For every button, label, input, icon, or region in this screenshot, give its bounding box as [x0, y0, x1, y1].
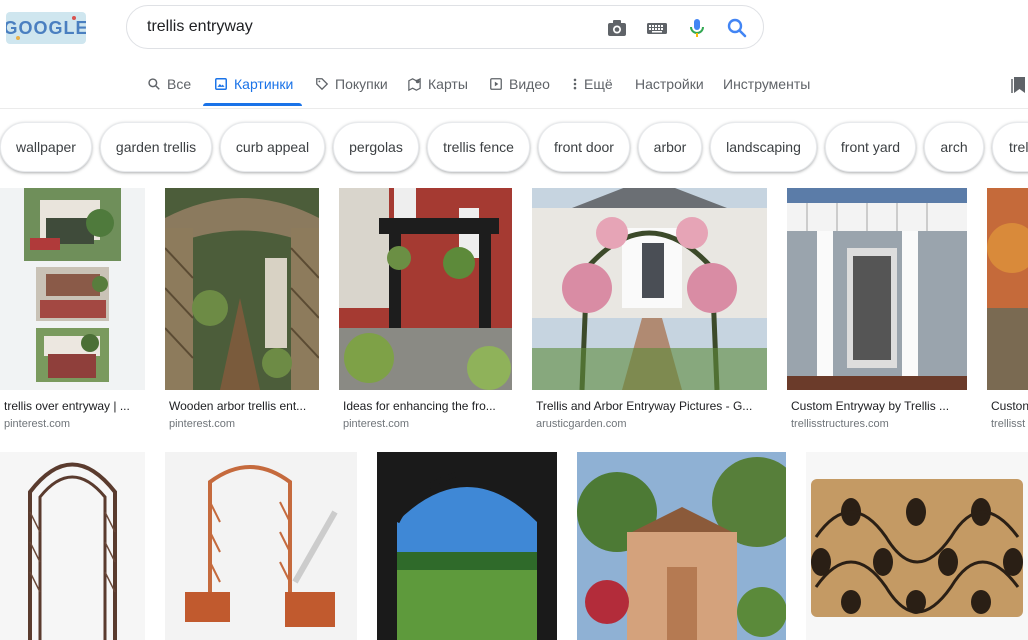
chip-label: pergolas [349, 139, 403, 155]
tab-label: Видео [509, 76, 550, 92]
search-icon [148, 78, 160, 90]
tab-more[interactable]: Ещё [572, 76, 613, 92]
search-icon[interactable] [725, 16, 749, 40]
result-title: trellis over entryway | ... [4, 399, 130, 413]
chip[interactable]: garden trellis [100, 122, 212, 172]
image-result[interactable] [0, 452, 145, 640]
result-thumbnail [339, 188, 512, 390]
result-source: trellisstructures.com [791, 418, 889, 430]
result-thumbnail [165, 188, 319, 390]
result-thumbnail [0, 452, 145, 640]
result-thumbnail [787, 188, 967, 390]
result-title: Custon [991, 399, 1028, 413]
play-icon [490, 78, 502, 90]
result-source: pinterest.com [169, 418, 236, 430]
chip-label: wallpaper [16, 139, 76, 155]
active-tab-indicator [203, 103, 302, 106]
more-vert-icon [573, 78, 577, 90]
collections-icon[interactable] [1011, 76, 1027, 99]
result-title: Custom Entryway by Trellis ... [791, 399, 950, 413]
tab-label: Картинки [234, 76, 294, 92]
chip[interactable]: arch [924, 122, 984, 172]
tab-label: Инструменты [723, 76, 811, 92]
tab-tools[interactable]: Инструменты [723, 76, 810, 92]
related-searches-chips: wallpaper garden trellis curb appeal per… [0, 122, 1028, 174]
svg-text:GOOGLE: GOOGLE [6, 18, 86, 38]
result-source: pinterest.com [343, 418, 410, 430]
result-thumbnail [577, 452, 786, 640]
image-result[interactable] [377, 452, 557, 640]
chip-label: garden trellis [115, 139, 197, 155]
map-icon [408, 77, 421, 91]
tab-label: Все [167, 76, 192, 92]
result-thumbnail [806, 452, 1028, 640]
result-source: pinterest.com [4, 418, 71, 430]
result-thumbnail [532, 188, 767, 390]
camera-icon[interactable] [605, 16, 629, 40]
image-result[interactable] [577, 452, 786, 640]
chip-label: arch [940, 139, 968, 155]
result-thumbnail [377, 452, 557, 640]
keyboard-icon[interactable] [645, 16, 669, 40]
result-title: Trellis and Arbor Entryway Pictures - G.… [536, 399, 753, 413]
chip-label: landscaping [726, 139, 801, 155]
chip[interactable]: arbor [638, 122, 702, 172]
image-result[interactable] [806, 452, 1028, 640]
chip[interactable]: landscaping [710, 122, 817, 172]
result-title: Ideas for enhancing the fro... [343, 399, 496, 413]
image-result[interactable]: Custom Entryway by Trellis ... trellisst… [787, 188, 967, 433]
tab-label: Настройки [635, 76, 704, 92]
tab-all[interactable]: Все [147, 76, 191, 92]
image-result[interactable]: trellis over entryway | ... pinterest.co… [0, 188, 145, 433]
result-thumbnail [0, 188, 145, 390]
chip[interactable]: front yard [825, 122, 916, 172]
microphone-icon[interactable] [685, 16, 709, 40]
tab-images[interactable]: Картинки [214, 76, 293, 92]
chip-label: front yard [840, 139, 901, 155]
chip[interactable]: trel [992, 122, 1028, 172]
result-title: Wooden arbor trellis ent... [169, 399, 307, 413]
tab-videos[interactable]: Видео [489, 76, 550, 92]
result-thumbnail [987, 188, 1028, 390]
chip[interactable]: front door [538, 122, 630, 172]
result-source: arusticgarden.com [536, 418, 627, 430]
chip-label: trel [1009, 139, 1028, 155]
image-result[interactable]: Wooden arbor trellis ent... pinterest.co… [165, 188, 319, 433]
tag-icon [316, 78, 329, 91]
tab-label: Карты [428, 76, 468, 92]
image-result[interactable]: Trellis and Arbor Entryway Pictures - G.… [532, 188, 767, 433]
tab-shopping[interactable]: Покупки [315, 76, 388, 92]
tab-settings[interactable]: Настройки [635, 76, 704, 92]
chip[interactable]: trellis fence [427, 122, 530, 172]
result-source: trellisst [991, 418, 1026, 430]
chip[interactable]: curb appeal [220, 122, 325, 172]
chip-label: trellis fence [443, 139, 514, 155]
result-thumbnail [165, 452, 357, 640]
image-result[interactable]: Custon trellisst [987, 188, 1028, 433]
tab-maps[interactable]: Карты [407, 76, 468, 92]
tab-label: Покупки [335, 76, 388, 92]
search-box[interactable]: trellis entryway [126, 5, 764, 49]
image-icon [215, 78, 227, 90]
chip[interactable]: pergolas [333, 122, 419, 172]
chip-label: arbor [653, 139, 687, 155]
image-result[interactable]: Ideas for enhancing the fro... pinterest… [339, 188, 512, 433]
search-tabs: Все Картинки Покупки Карты Видео Ещё Нас… [0, 62, 1028, 109]
search-input[interactable]: trellis entryway [147, 18, 253, 36]
tab-label: Ещё [584, 76, 613, 92]
chip[interactable]: wallpaper [0, 122, 92, 172]
chip-label: curb appeal [235, 139, 310, 155]
google-doodle-logo[interactable]: GOOGLE [6, 12, 86, 44]
chip-label: front door [554, 139, 614, 155]
image-result[interactable] [165, 452, 357, 640]
